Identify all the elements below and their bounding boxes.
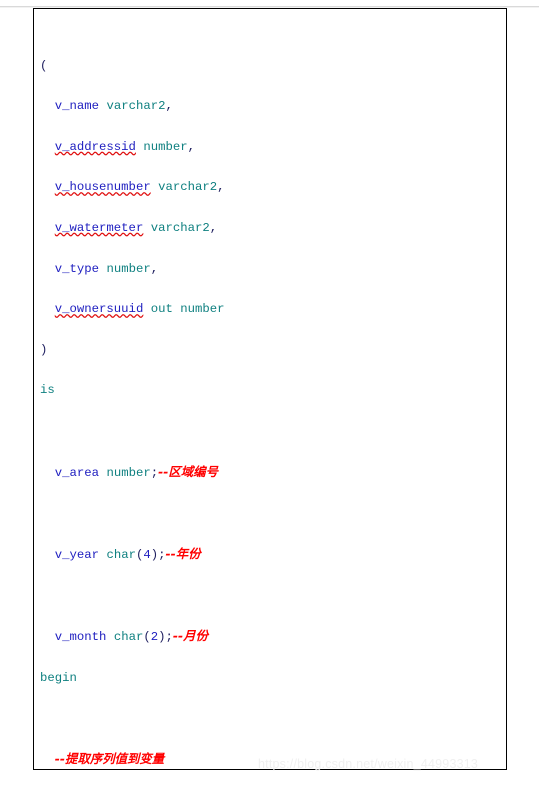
code-line: v_year char(4);--年份 bbox=[54, 545, 201, 562]
code-block-container: ( v_name varchar2, v_addressid number, v… bbox=[33, 8, 507, 770]
code-content: ( v_name varchar2, v_addressid number, v… bbox=[34, 9, 506, 769]
code-line: v_type number, bbox=[54, 261, 159, 276]
code-line: begin bbox=[40, 670, 77, 685]
code-line: v_month char(2);--月份 bbox=[54, 627, 208, 644]
code-line: v_name varchar2, bbox=[54, 99, 173, 114]
code-line: v_area number;--区域编号 bbox=[54, 463, 218, 480]
code-line: --提取序列值到变量 bbox=[54, 750, 165, 766]
code-line: v_ownersuuid out number bbox=[54, 302, 225, 317]
code-line: ) bbox=[40, 342, 48, 357]
code-line: is bbox=[40, 383, 55, 398]
code-line: ( bbox=[40, 58, 48, 73]
code-line: v_watermeter varchar2, bbox=[54, 220, 218, 235]
code-line: v_addressid number, bbox=[54, 139, 196, 154]
code-line: v_housenumber varchar2, bbox=[54, 180, 225, 195]
